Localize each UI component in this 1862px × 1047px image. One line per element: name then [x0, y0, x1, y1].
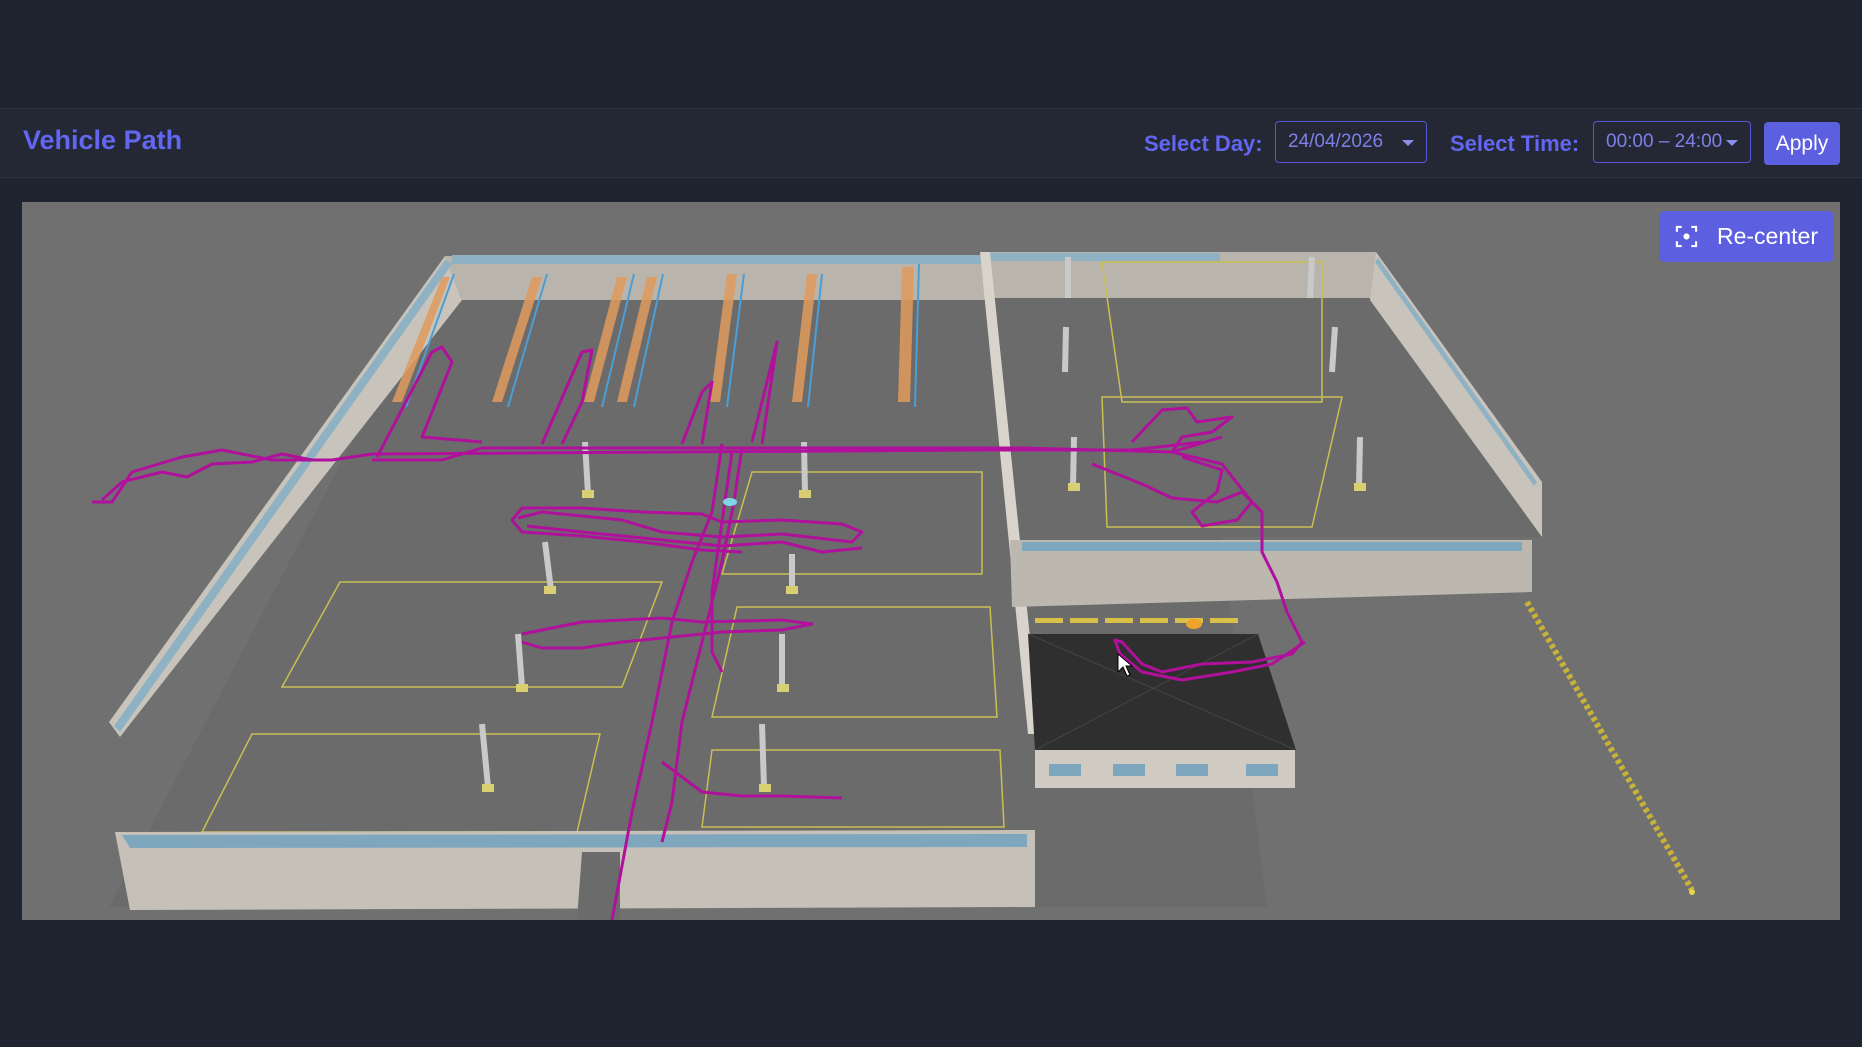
- vehicle-marker-cyan: [723, 498, 737, 506]
- select-day-label: Select Day:: [1144, 131, 1263, 156]
- chevron-down-icon: [1726, 140, 1738, 146]
- select-day-dropdown[interactable]: 24/04/2026: [1275, 121, 1427, 163]
- apply-button[interactable]: Apply: [1764, 122, 1840, 165]
- office-front-windows: [1022, 542, 1522, 551]
- select-time-label: Select Time:: [1450, 131, 1580, 156]
- warehouse-3d-scene[interactable]: [22, 202, 1840, 920]
- yellow-track: [1524, 600, 1695, 892]
- vehicle-marker-orange: [1186, 619, 1202, 629]
- focus-icon: [1675, 225, 1698, 248]
- re-center-label: Re-center: [1717, 223, 1818, 249]
- top-bar: Vehicle Path Select Day: 24/04/2026 Sele…: [0, 108, 1862, 178]
- select-time-dropdown[interactable]: 00:00 – 24:00: [1593, 121, 1751, 163]
- back-wall-right-windows: [990, 253, 1220, 261]
- re-center-button[interactable]: Re-center: [1659, 211, 1834, 262]
- back-wall-windows: [452, 255, 987, 264]
- page-title: Vehicle Path: [23, 125, 183, 155]
- chevron-down-icon: [1402, 140, 1414, 146]
- 3d-viewport[interactable]: Re-center: [22, 202, 1840, 920]
- front-wall-windows: [122, 834, 1027, 848]
- select-time-value: 00:00 – 24:00: [1606, 131, 1723, 152]
- select-day-value: 24/04/2026: [1288, 131, 1384, 152]
